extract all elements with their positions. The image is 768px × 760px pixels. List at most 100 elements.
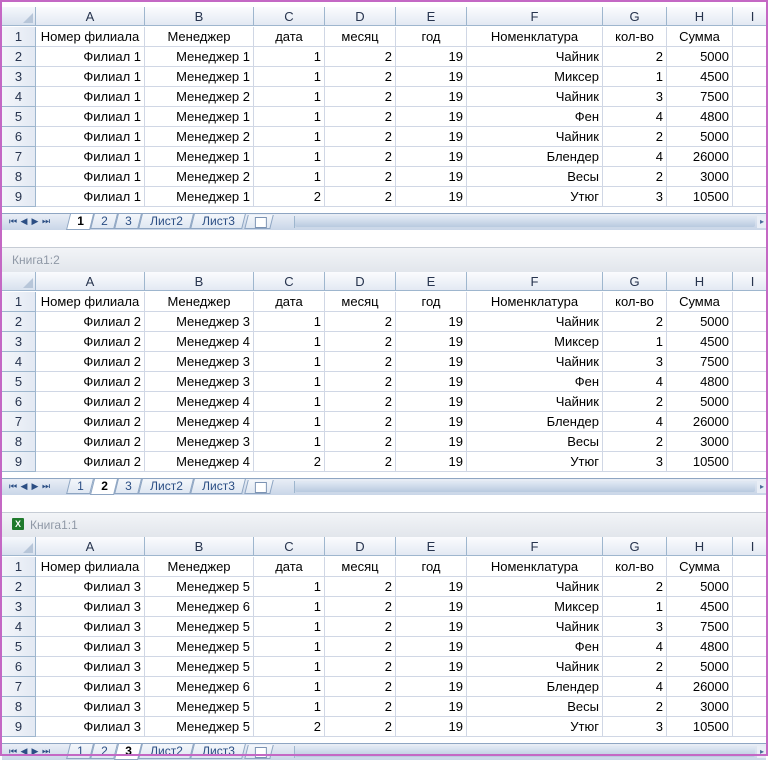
table-cell[interactable]: 19 <box>396 107 467 127</box>
table-cell[interactable]: Блендер <box>467 412 603 432</box>
table-cell[interactable]: 2 <box>325 657 396 677</box>
table-cell[interactable]: 5000 <box>667 577 733 597</box>
table-cell[interactable]: Филиал 1 <box>36 67 145 87</box>
table-cell[interactable] <box>733 677 766 697</box>
table-cell[interactable]: Чайник <box>467 127 603 147</box>
table-cell[interactable] <box>733 657 766 677</box>
table-cell[interactable]: Филиал 2 <box>36 332 145 352</box>
row-header[interactable]: 5 <box>2 372 36 392</box>
table-cell[interactable]: Чайник <box>467 87 603 107</box>
header-cell[interactable]: Менеджер <box>145 557 254 577</box>
table-cell[interactable] <box>733 717 766 737</box>
header-cell[interactable]: дата <box>254 27 325 47</box>
scrollbar-thumb[interactable] <box>295 482 755 492</box>
header-cell[interactable]: Менеджер <box>145 292 254 312</box>
table-cell[interactable]: 1 <box>254 312 325 332</box>
column-header-d[interactable]: D <box>325 537 396 556</box>
table-cell[interactable]: 2 <box>603 392 667 412</box>
table-cell[interactable]: 1 <box>254 597 325 617</box>
window-titlebar[interactable]: Книга1:2 <box>2 247 766 272</box>
row-header[interactable]: 8 <box>2 432 36 452</box>
table-cell[interactable]: Менеджер 5 <box>145 657 254 677</box>
sheet-tab[interactable]: Лист2 <box>138 479 194 494</box>
column-header-h[interactable]: H <box>667 7 733 26</box>
scroll-right-arrow[interactable]: ▸ <box>757 481 766 493</box>
table-cell[interactable]: 7500 <box>667 352 733 372</box>
table-cell[interactable]: 4 <box>603 147 667 167</box>
table-cell[interactable]: Филиал 1 <box>36 167 145 187</box>
table-cell[interactable] <box>733 87 766 107</box>
column-header-e[interactable]: E <box>396 7 467 26</box>
prev-sheet-button[interactable]: ◀ <box>19 216 30 227</box>
table-cell[interactable]: 2 <box>325 107 396 127</box>
table-cell[interactable]: 3 <box>603 452 667 472</box>
table-cell[interactable]: Филиал 3 <box>36 697 145 717</box>
table-cell[interactable]: Блендер <box>467 147 603 167</box>
header-cell[interactable]: Сумма <box>667 557 733 577</box>
table-cell[interactable]: Утюг <box>467 717 603 737</box>
table-cell[interactable]: 2 <box>325 167 396 187</box>
table-cell[interactable]: Филиал 3 <box>36 657 145 677</box>
table-cell[interactable]: Утюг <box>467 187 603 207</box>
table-cell[interactable]: 19 <box>396 127 467 147</box>
last-sheet-button[interactable]: ⏭ <box>41 216 52 227</box>
row-header[interactable]: 8 <box>2 167 36 187</box>
table-cell[interactable]: Фен <box>467 107 603 127</box>
horizontal-scrollbar[interactable]: ▸ <box>294 746 766 758</box>
table-cell[interactable]: 4 <box>603 372 667 392</box>
table-cell[interactable]: 19 <box>396 187 467 207</box>
table-cell[interactable]: 1 <box>603 597 667 617</box>
table-cell[interactable]: 19 <box>396 67 467 87</box>
table-cell[interactable]: 2 <box>325 412 396 432</box>
table-cell[interactable]: Менеджер 3 <box>145 432 254 452</box>
table-cell[interactable]: 2 <box>325 352 396 372</box>
table-cell[interactable]: 5000 <box>667 657 733 677</box>
table-cell[interactable]: Филиал 2 <box>36 412 145 432</box>
row-header[interactable]: 8 <box>2 697 36 717</box>
table-cell[interactable]: 2 <box>325 637 396 657</box>
table-cell[interactable] <box>733 167 766 187</box>
header-cell[interactable]: год <box>396 557 467 577</box>
column-header-c[interactable]: C <box>254 272 325 291</box>
column-header-d[interactable]: D <box>325 272 396 291</box>
prev-sheet-button[interactable]: ◀ <box>19 746 30 757</box>
row-header[interactable]: 1 <box>2 557 36 577</box>
table-cell[interactable]: Чайник <box>467 657 603 677</box>
table-cell[interactable]: Менеджер 4 <box>145 412 254 432</box>
row-header[interactable]: 1 <box>2 292 36 312</box>
row-header[interactable]: 9 <box>2 452 36 472</box>
scroll-right-arrow[interactable]: ▸ <box>757 746 766 758</box>
table-cell[interactable]: 10500 <box>667 452 733 472</box>
table-cell[interactable]: Филиал 3 <box>36 677 145 697</box>
table-cell[interactable] <box>733 107 766 127</box>
table-cell[interactable]: 2 <box>325 332 396 352</box>
table-cell[interactable]: 1 <box>254 412 325 432</box>
table-cell[interactable]: 2 <box>325 697 396 717</box>
header-cell[interactable] <box>733 27 766 47</box>
row-header[interactable]: 6 <box>2 392 36 412</box>
table-cell[interactable]: 3000 <box>667 167 733 187</box>
table-cell[interactable]: Чайник <box>467 47 603 67</box>
table-cell[interactable]: 1 <box>603 332 667 352</box>
table-cell[interactable]: 2 <box>325 452 396 472</box>
table-cell[interactable]: 1 <box>254 87 325 107</box>
column-header-e[interactable]: E <box>396 272 467 291</box>
table-cell[interactable]: 2 <box>603 432 667 452</box>
table-cell[interactable]: 19 <box>396 392 467 412</box>
header-cell[interactable]: дата <box>254 292 325 312</box>
column-header-a[interactable]: A <box>36 537 145 556</box>
table-cell[interactable]: Филиал 2 <box>36 312 145 332</box>
header-cell[interactable]: Менеджер <box>145 27 254 47</box>
column-header-b[interactable]: B <box>145 272 254 291</box>
table-cell[interactable]: 5000 <box>667 392 733 412</box>
table-cell[interactable]: 19 <box>396 617 467 637</box>
row-header[interactable]: 4 <box>2 617 36 637</box>
table-cell[interactable]: 1 <box>254 67 325 87</box>
table-cell[interactable]: Филиал 2 <box>36 452 145 472</box>
table-cell[interactable]: Филиал 2 <box>36 432 145 452</box>
table-cell[interactable]: 19 <box>396 352 467 372</box>
table-cell[interactable]: Менеджер 5 <box>145 717 254 737</box>
table-cell[interactable]: 4 <box>603 107 667 127</box>
table-cell[interactable]: Фен <box>467 372 603 392</box>
row-header[interactable]: 4 <box>2 87 36 107</box>
